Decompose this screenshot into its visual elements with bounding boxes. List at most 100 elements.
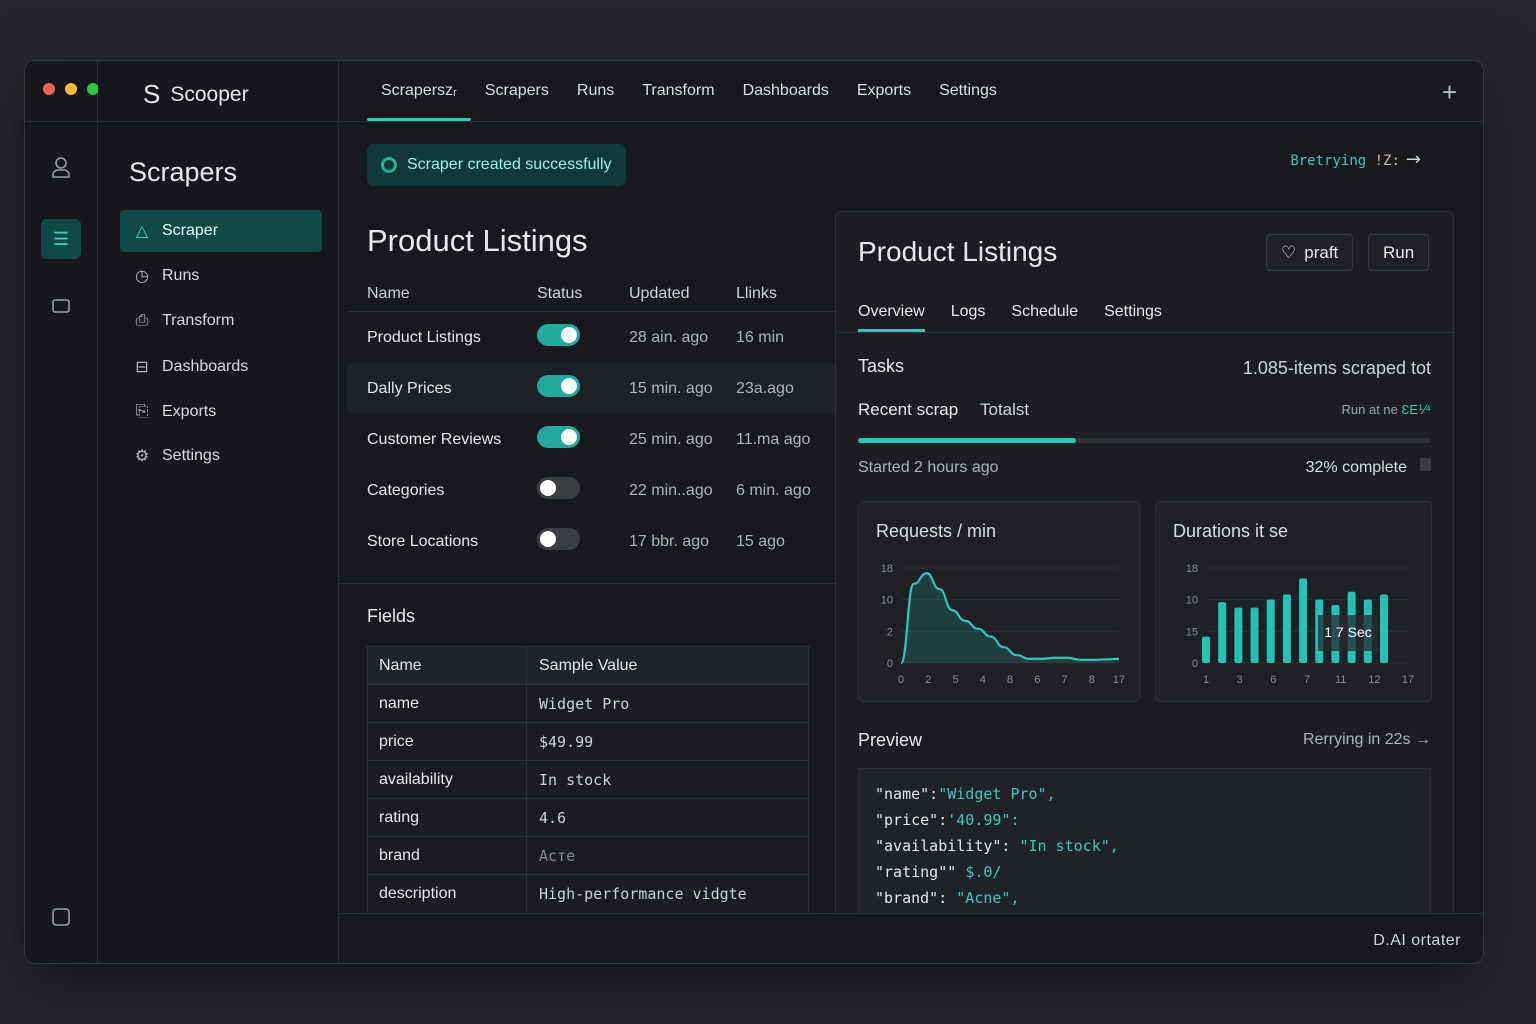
sidebar-item-transform[interactable]: ⎙ Transform xyxy=(120,300,322,342)
panel-tab-settings[interactable]: Settings xyxy=(1104,292,1162,332)
sidebar-item-settings[interactable]: ⚙ Settings xyxy=(120,435,322,477)
window-icon[interactable] xyxy=(41,286,81,326)
sidebar-title: Scrapers xyxy=(129,157,238,187)
column-header[interactable]: Name xyxy=(347,285,537,303)
x-tick-label: 5 xyxy=(952,674,958,686)
status-toggle[interactable] xyxy=(537,324,580,346)
tab-exports[interactable]: Exports xyxy=(843,61,925,121)
durations-chart: 0 15 10 18 1 3 6 7 11 12 17 1 7 Sec xyxy=(1186,563,1414,686)
document-icon xyxy=(1420,458,1431,471)
bar xyxy=(1234,607,1243,663)
column-header: Name xyxy=(368,647,527,684)
tab-scrapers[interactable]: Scrapers xyxy=(471,61,563,121)
tab-dashboards[interactable]: Dashboards xyxy=(729,61,843,121)
status-toggle[interactable] xyxy=(537,528,580,550)
row-updated: 22 min..ago xyxy=(629,481,713,499)
table-row[interactable]: Product Listings 28 ain. ago 16 min xyxy=(347,312,837,363)
table-row[interactable]: Customer Reviews 25 min. ago 11.ma ago xyxy=(347,414,837,465)
top-tabs: Scraperszᵣ Scrapers Runs Transform Dashboard… xyxy=(367,61,1011,121)
button-label: praft xyxy=(1304,242,1339,262)
field-name: rating xyxy=(368,799,527,836)
started-text: Started 2 hours ago xyxy=(858,459,999,476)
durations-chart-card: Durations it se 0 15 10 18 1 3 6 7 11 12 17 1 7 Sec xyxy=(1155,501,1432,702)
success-toast: Scraper created successfully xyxy=(367,144,626,186)
field-row[interactable]: description High-performance vidgte xyxy=(368,875,808,913)
user-icon[interactable] xyxy=(41,147,81,187)
table-row[interactable]: Dally Prices 15 min. ago 23a.ago xyxy=(347,363,837,414)
run-button[interactable]: Run xyxy=(1368,234,1430,271)
field-row[interactable]: price $49.99 xyxy=(368,723,808,761)
divider xyxy=(836,332,1453,333)
arrow-right-icon: → xyxy=(1405,149,1421,170)
field-row[interactable]: brand Acтe xyxy=(368,837,808,875)
row-updated: 15 min. ago xyxy=(629,379,713,397)
sidebar-item-label: Settings xyxy=(162,447,220,464)
json-preview: "name":"Widget Pro", "price":'40.99": "ava… xyxy=(858,768,1431,932)
y-tick-label: 2 xyxy=(887,626,893,638)
x-tick-label: 12 xyxy=(1368,674,1380,686)
close-window-button[interactable] xyxy=(43,83,55,95)
panel-tab-overview[interactable]: Overview xyxy=(858,292,925,332)
requests-chart: 0 2 10 18 0 2 5 4 8 6 7 8 17 xyxy=(881,563,1125,686)
panel-tab-schedule[interactable]: Schedule xyxy=(1011,292,1078,332)
tab-transform[interactable]: Transform xyxy=(628,61,728,121)
tab-settings[interactable]: Settings xyxy=(925,61,1011,121)
complete-text: 32% complete xyxy=(1305,459,1407,476)
subtab-recent[interactable]: Recent scrap xyxy=(858,400,958,420)
fields-header: Name Sample Value xyxy=(368,647,808,685)
retry-link[interactable]: Bretrying !Z: → xyxy=(1290,149,1421,170)
sidebar-item-scraper[interactable]: △ Scraper xyxy=(120,210,322,252)
tag-icon: ♡ xyxy=(1281,242,1297,262)
requests-chart-card: Requests / min 0 2 10 18 0 2 5 4 8 6 7 8 17 xyxy=(858,501,1140,702)
divider xyxy=(339,583,835,584)
add-tab-button[interactable]: + xyxy=(1442,77,1457,108)
sidebar-item-exports[interactable]: ⎘ Exports xyxy=(120,391,322,433)
tab-runs[interactable]: Runs xyxy=(563,61,628,121)
json-key: "name": xyxy=(875,785,939,803)
json-value: "Widget Pro", xyxy=(938,785,1056,803)
table-row[interactable]: Store Locations 17 bbr. ago 15 ago xyxy=(347,516,837,567)
json-value: $.0/ xyxy=(965,863,1002,881)
bar xyxy=(1299,578,1308,663)
field-row[interactable]: availability In stock xyxy=(368,761,808,799)
status-toggle[interactable] xyxy=(537,375,580,397)
subtab-total[interactable]: Totalst xyxy=(980,400,1029,420)
x-tick-label: 3 xyxy=(1237,674,1243,686)
panel-tab-logs[interactable]: Logs xyxy=(951,292,986,332)
field-row[interactable]: rating 4.6 xyxy=(368,799,808,837)
field-name: description xyxy=(368,875,527,913)
column-header[interactable]: Llinks xyxy=(736,285,836,303)
column-header[interactable]: Updated xyxy=(629,285,736,303)
status-ring-icon xyxy=(381,157,397,173)
status-toggle[interactable] xyxy=(537,426,580,448)
column-header[interactable]: Status xyxy=(537,285,629,303)
run-at-value: ƐE⅟⁴ xyxy=(1401,402,1432,417)
bar xyxy=(1282,594,1291,663)
x-tick-label: 7 xyxy=(1304,674,1310,686)
row-updated: 28 ain. ago xyxy=(629,328,709,346)
minimize-window-button[interactable] xyxy=(65,83,77,95)
tab-scrapersz[interactable]: Scraperszᵣ xyxy=(367,61,471,121)
field-row[interactable]: name Widget Pro xyxy=(368,685,808,723)
json-key: "rating"" xyxy=(875,863,966,881)
json-value: "Acne", xyxy=(956,889,1020,907)
table-row[interactable]: Categories 22 min..ago 6 min. ago xyxy=(347,465,837,516)
x-tick-label: 8 xyxy=(1007,674,1013,686)
field-value: High-performance vidgte xyxy=(539,885,747,903)
status-toggle[interactable] xyxy=(537,477,580,499)
tasks-label: Tasks xyxy=(858,356,905,376)
sidebar-item-label: Exports xyxy=(162,403,217,420)
fields-table: Name Sample Value name Widget Pro price $49.9… xyxy=(367,646,809,914)
preview-title: Preview xyxy=(858,730,923,750)
square-icon[interactable] xyxy=(41,897,81,937)
sidebar-item-runs[interactable]: ◷ Runs xyxy=(120,255,322,297)
preview-retry-link[interactable]: Rerrying in 22s → xyxy=(1303,731,1431,749)
row-updated: 25 min. ago xyxy=(629,430,713,448)
field-value: 4.6 xyxy=(539,808,567,827)
draft-button[interactable]: ♡ praft xyxy=(1266,234,1354,271)
list-icon[interactable]: ☰ xyxy=(41,219,81,259)
status-cell xyxy=(537,375,629,402)
footer-text: D.AI ortater xyxy=(1373,932,1461,949)
sidebar-item-dashboards[interactable]: ⊟ Dashboards xyxy=(120,346,322,388)
printer-icon: ⎙ xyxy=(135,312,149,329)
